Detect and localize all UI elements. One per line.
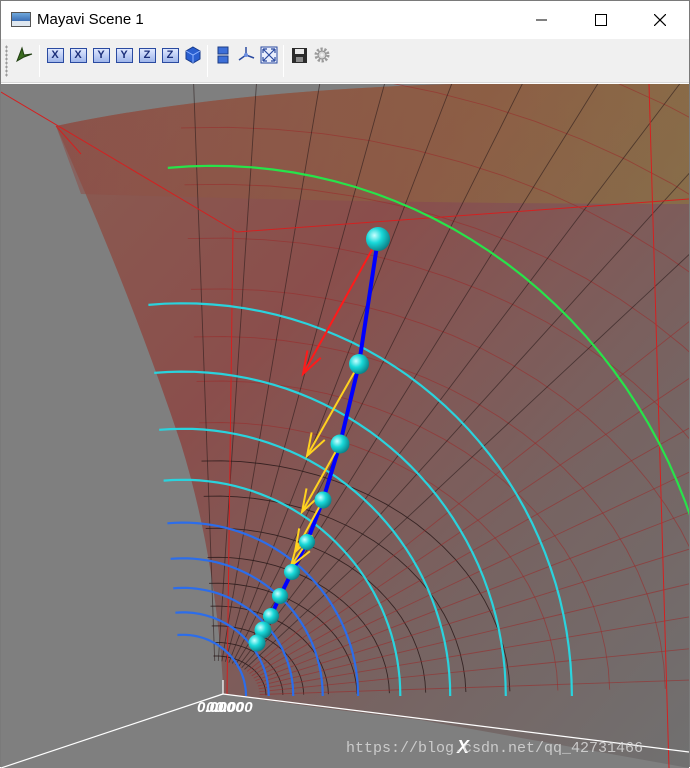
close-button[interactable] [631, 1, 689, 39]
toolbar-separator [39, 45, 40, 77]
path-point-sphere [366, 227, 390, 251]
full-screen-button[interactable] [258, 44, 280, 66]
projection-icon [217, 46, 229, 64]
view-y-plus-button[interactable]: Y [113, 44, 135, 66]
path-point-sphere [272, 588, 288, 604]
app-icon [11, 12, 31, 27]
minimize-button[interactable] [513, 1, 571, 39]
maximize-button[interactable] [572, 1, 630, 39]
path-point-sphere [314, 491, 332, 509]
axis-x-icon: X [69, 47, 87, 63]
toolbar-separator [207, 45, 208, 77]
axes-icon [238, 47, 255, 61]
scene-toolbar: X X Y Y Z Z [1, 39, 689, 83]
view-x-minus-button[interactable]: X [44, 44, 66, 66]
path-point-sphere [284, 564, 300, 580]
path-point-sphere [248, 634, 266, 652]
axis-z-icon: Z [161, 47, 179, 63]
path-point-sphere [330, 434, 350, 454]
view-z-plus-button[interactable]: Z [159, 44, 181, 66]
path-point-sphere [349, 354, 369, 374]
toggle-axes-button[interactable] [235, 44, 257, 66]
full-screen-icon [260, 46, 278, 64]
view-z-minus-button[interactable]: Z [136, 44, 158, 66]
3d-scene-viewport[interactable]: 0.000 0.000 0.000 X https://blog.csdn.ne… [1, 84, 689, 768]
mayavi-window: Mayavi Scene 1 X X Y Y Z Z 0.000 0.000 0… [0, 0, 690, 768]
title-bar[interactable]: Mayavi Scene 1 [1, 1, 689, 39]
cube-icon [185, 46, 201, 64]
pipeline-icon [16, 46, 33, 63]
axis-tick-label: 0.000 [215, 699, 253, 716]
axis-y-icon: Y [115, 47, 133, 63]
gear-icon [314, 47, 330, 63]
axis-y-icon: Y [92, 47, 110, 63]
scene-render: 0.000 0.000 0.000 X https://blog.csdn.ne… [1, 84, 689, 768]
path-point-sphere [263, 608, 279, 624]
maximize-icon [595, 14, 607, 26]
watermark-text: https://blog.csdn.net/qq_42731466 [346, 740, 643, 757]
toolbar-separator [283, 45, 284, 77]
pipeline-button[interactable] [13, 44, 35, 66]
parallel-projection-button[interactable] [212, 44, 234, 66]
close-icon [654, 14, 666, 26]
isometric-view-button[interactable] [182, 44, 204, 66]
toolbar-grip[interactable] [5, 45, 8, 77]
save-icon [291, 47, 307, 63]
view-y-minus-button[interactable]: Y [90, 44, 112, 66]
axis-z-icon: Z [138, 47, 156, 63]
view-x-plus-button[interactable]: X [67, 44, 89, 66]
minimize-icon [536, 19, 547, 21]
save-button[interactable] [288, 44, 310, 66]
window-title: Mayavi Scene 1 [37, 11, 144, 28]
configure-button[interactable] [311, 44, 333, 66]
path-point-sphere [299, 534, 315, 550]
axis-x-icon: X [46, 47, 64, 63]
